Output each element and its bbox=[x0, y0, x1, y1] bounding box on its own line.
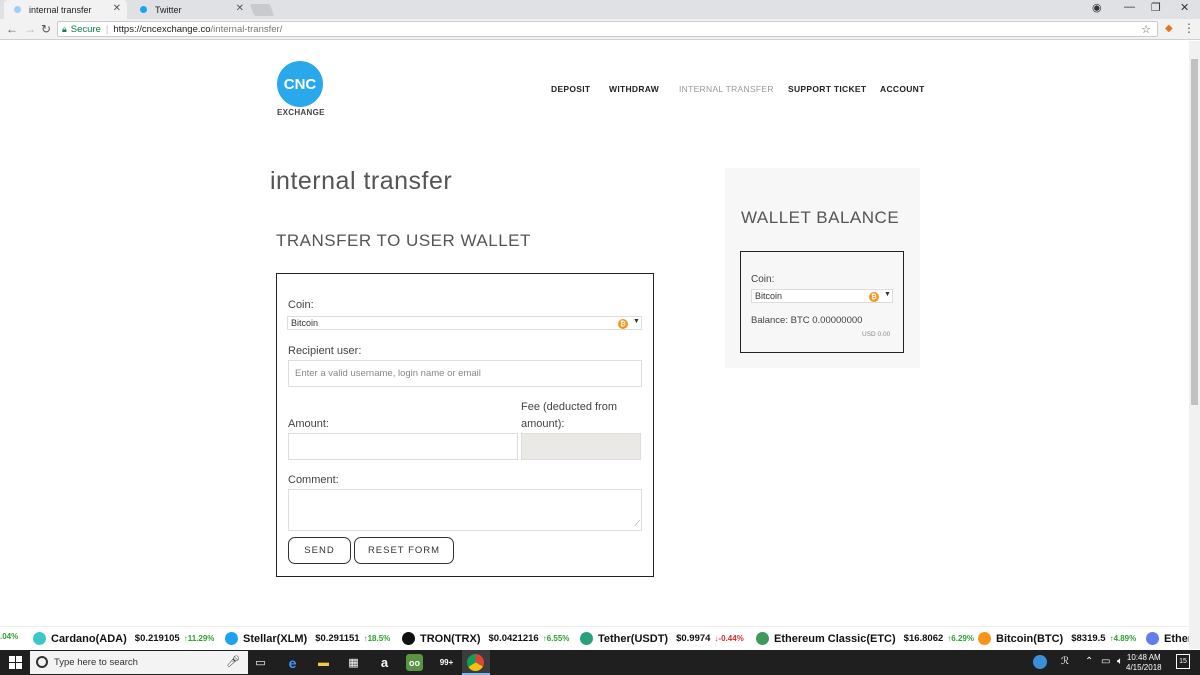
recipient-placeholder: Enter a valid username, login name or em… bbox=[295, 368, 481, 379]
send-button[interactable]: SEND bbox=[288, 537, 351, 564]
bitcoin-icon: ₿ bbox=[869, 292, 879, 302]
coin-select-value: Bitcoin bbox=[291, 318, 319, 328]
menu-icon[interactable]: ⋮ bbox=[1183, 21, 1195, 35]
site-logo[interactable]: CNC bbox=[277, 61, 323, 107]
page-favicon-icon bbox=[14, 6, 21, 13]
twitter-icon bbox=[140, 6, 147, 13]
url-path: /internal-transfer/ bbox=[210, 23, 283, 35]
people-icon[interactable]: ℛ bbox=[1061, 656, 1069, 667]
recipient-label: Recipient user: bbox=[288, 345, 362, 357]
nav-deposit[interactable]: DEPOSIT bbox=[551, 84, 590, 94]
extension-icon[interactable]: ◆ bbox=[1165, 23, 1173, 34]
close-tab-icon[interactable]: ✕ bbox=[236, 3, 244, 14]
recipient-input[interactable]: Enter a valid username, login name or em… bbox=[288, 360, 642, 387]
edge-icon[interactable]: e bbox=[284, 654, 301, 671]
network-globe-icon[interactable] bbox=[1033, 655, 1047, 669]
wallet-coin-select[interactable]: Bitcoin ₿ ▼ bbox=[751, 289, 893, 303]
notification-center-icon[interactable]: 15 bbox=[1176, 654, 1190, 669]
browser-tab-bar: internal transfer ✕ Twitter ✕ ◉ — ❐ ✕ bbox=[0, 0, 1200, 19]
store-icon[interactable]: ▦ bbox=[345, 654, 362, 671]
tron-icon bbox=[402, 632, 415, 645]
tab-label: internal transfer bbox=[29, 4, 92, 15]
ticker-item: Tether(USDT) $0.9974 ↓-0.44% bbox=[580, 632, 744, 645]
comment-label: Comment: bbox=[288, 474, 339, 486]
search-icon bbox=[36, 656, 48, 668]
profile-icon[interactable]: ◉ bbox=[1092, 1, 1102, 14]
app-icon[interactable]: 99+ bbox=[438, 654, 455, 671]
wallet-title: WALLET BALANCE bbox=[741, 208, 900, 227]
amount-label: Amount: bbox=[288, 418, 329, 430]
new-tab-button[interactable] bbox=[249, 4, 275, 16]
windows-taskbar: Type here to search 🎤︎ ▭ e ▬ ▦ a oo 99+ … bbox=[0, 650, 1200, 675]
tab-twitter[interactable]: Twitter ✕ bbox=[130, 0, 250, 19]
wallet-coin-label: Coin: bbox=[751, 274, 775, 285]
close-tab-icon[interactable]: ✕ bbox=[113, 3, 121, 14]
tab-internal-transfer[interactable]: internal transfer ✕ bbox=[4, 0, 127, 19]
price-ticker: .04% Cardano(ADA) $0.219105 ↑11.29% Stel… bbox=[0, 626, 1189, 649]
ethereum-icon bbox=[1146, 632, 1159, 645]
coin-select[interactable]: Bitcoin ₿ ▼ bbox=[287, 316, 642, 330]
amount-input[interactable] bbox=[288, 433, 518, 460]
task-view-icon[interactable]: ▭ bbox=[252, 654, 269, 671]
minimize-icon[interactable]: — bbox=[1124, 1, 1135, 13]
bitcoin-icon bbox=[978, 632, 991, 645]
network-icon[interactable]: ▭ bbox=[1101, 656, 1110, 667]
page-title: internal transfer bbox=[270, 167, 453, 195]
fee-label-line2: amount): bbox=[521, 418, 565, 430]
url-host: https://cncexchange.co bbox=[113, 23, 211, 35]
windows-start-icon[interactable] bbox=[9, 656, 22, 669]
nav-withdraw[interactable]: WITHDRAW bbox=[609, 84, 659, 94]
lock-icon: 🔒︎ bbox=[62, 23, 67, 34]
chevron-up-icon[interactable]: ⌃ bbox=[1085, 656, 1093, 667]
resize-handle-icon[interactable]: ⟋ bbox=[634, 519, 640, 529]
taskbar-search-box[interactable]: Type here to search 🎤︎ bbox=[30, 651, 248, 674]
ticker-item: Ether bbox=[1146, 632, 1189, 645]
restore-icon[interactable]: ❐ bbox=[1151, 1, 1161, 14]
chrome-icon[interactable] bbox=[467, 654, 484, 671]
chevron-down-icon: ▼ bbox=[633, 318, 640, 325]
amazon-icon[interactable]: a bbox=[376, 654, 393, 671]
bookmark-star-icon[interactable]: ☆ bbox=[1141, 23, 1151, 36]
ethereum-classic-icon bbox=[756, 632, 769, 645]
section-title: TRANSFER TO USER WALLET bbox=[276, 231, 531, 250]
ticker-item: Bitcoin(BTC) $8319.5 ↑4.89% bbox=[978, 632, 1136, 645]
logo-subtitle: EXCHANGE bbox=[277, 108, 325, 117]
secure-label: Secure bbox=[70, 23, 101, 35]
bitcoin-icon: ₿ bbox=[618, 319, 628, 329]
window-close-icon[interactable]: ✕ bbox=[1180, 1, 1189, 14]
page-scrollbar[interactable] bbox=[1189, 41, 1200, 649]
ticker-item: TRON(TRX) $0.0421216 ↑6.55% bbox=[402, 632, 569, 645]
scrollbar-thumb[interactable] bbox=[1191, 59, 1198, 405]
coin-label: Coin: bbox=[288, 299, 314, 311]
system-clock[interactable]: 10:48 AM 4/15/2018 bbox=[1126, 653, 1162, 673]
wallet-usd-value: USD 0.00 bbox=[862, 331, 891, 338]
tripadvisor-icon[interactable]: oo bbox=[406, 654, 423, 671]
wallet-balance-value: Balance: BTC 0.00000000 bbox=[751, 315, 863, 326]
wallet-coin-value: Bitcoin bbox=[755, 291, 783, 301]
cardano-icon bbox=[33, 632, 46, 645]
tether-icon bbox=[580, 632, 593, 645]
chevron-down-icon: ▼ bbox=[884, 291, 891, 298]
reload-icon[interactable]: ↻ bbox=[41, 22, 51, 36]
nav-internal-transfer[interactable]: INTERNAL TRANSFER bbox=[679, 84, 774, 94]
volume-icon[interactable]: 🔈︎ bbox=[1117, 656, 1123, 667]
browser-toolbar: ← → ↻ 🔒︎ Secure | https://cncexchange.co… bbox=[0, 19, 1200, 40]
stellar-icon bbox=[225, 632, 238, 645]
ticker-item: Stellar(XLM) $0.291151 ↑18.5% bbox=[225, 632, 390, 645]
fee-input bbox=[521, 433, 641, 460]
comment-textarea[interactable]: ⟋ bbox=[288, 489, 642, 531]
back-icon[interactable]: ← bbox=[6, 22, 18, 36]
reset-form-button[interactable]: RESET FORM bbox=[354, 537, 454, 564]
tab-label: Twitter bbox=[155, 4, 182, 15]
nav-support-ticket[interactable]: SUPPORT TICKET bbox=[788, 84, 866, 94]
address-bar[interactable]: 🔒︎ Secure | https://cncexchange.co /inte… bbox=[57, 21, 1158, 37]
ticker-item: .04% bbox=[0, 632, 19, 641]
ticker-item: Cardano(ADA) $0.219105 ↑11.29% bbox=[33, 632, 214, 645]
nav-account[interactable]: ACCOUNT bbox=[880, 84, 925, 94]
file-explorer-icon[interactable]: ▬ bbox=[315, 654, 332, 671]
fee-label-line1: Fee (deducted from bbox=[521, 401, 617, 413]
forward-icon[interactable]: → bbox=[24, 22, 36, 36]
microphone-icon[interactable]: 🎤︎ bbox=[226, 655, 240, 668]
ticker-item: Ethereum Classic(ETC) $16.8062 ↑6.29% bbox=[756, 632, 974, 645]
